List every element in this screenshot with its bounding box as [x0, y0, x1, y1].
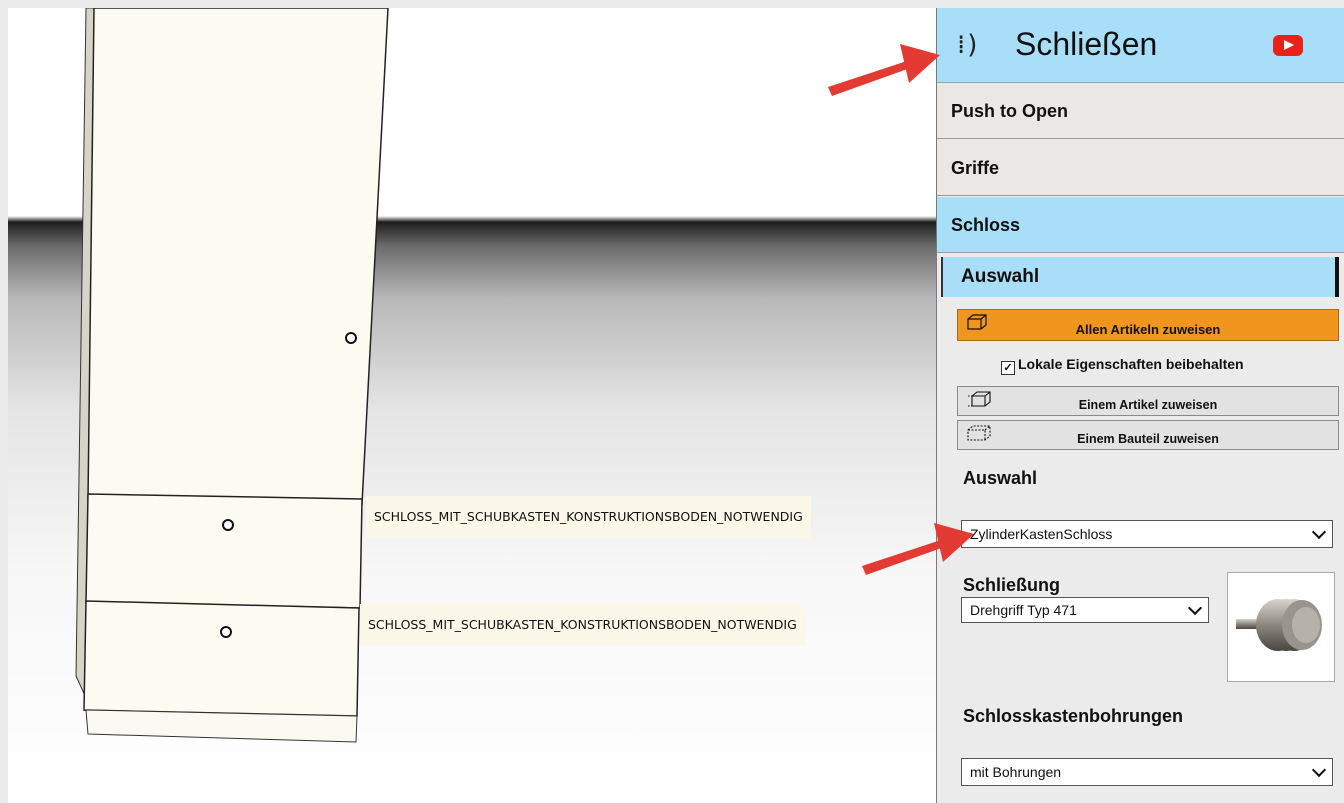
keep-local-checkbox[interactable]: ✓ Lokale Eigenschaften beibehalten [1001, 356, 1244, 375]
chevron-down-icon [1311, 524, 1327, 540]
cabinet-door [87, 8, 389, 505]
panel-title: Schließen [1015, 26, 1158, 62]
drawer-lower-lock-hole [220, 626, 232, 638]
lock-type-select[interactable]: ZylinderKastenSchloss [961, 520, 1333, 548]
checkbox-checked-icon: ✓ [1001, 361, 1015, 375]
holes-select[interactable]: mit Bohrungen [961, 758, 1333, 786]
locking-heading: Schließung [963, 575, 1061, 595]
subsection-auswahl[interactable]: Auswahl [941, 257, 1339, 297]
assign-all-button[interactable]: Allen Artikeln zuweisen [957, 309, 1339, 341]
lock-open-icon: ⁞) [957, 30, 980, 60]
section-push-to-open[interactable]: Push to Open [937, 83, 1344, 139]
drawer-upper-lock-hole [222, 519, 234, 531]
cabinet-plinth [85, 709, 358, 743]
locking-select[interactable]: Drehgriff Typ 471 [961, 597, 1209, 623]
3d-viewport[interactable]: SCHLOSS_MIT_SCHUBKASTEN_KONSTRUKTIONSBOD… [8, 8, 936, 803]
selection-heading: Auswahl [963, 468, 1038, 488]
properties-panel: ⁞) Schließen Push to Open Griffe Schloss… [936, 8, 1344, 803]
knob-thumbnail [1227, 572, 1335, 682]
drawer-lower [83, 600, 360, 717]
chevron-down-icon [1187, 600, 1203, 616]
drawer-upper-label: SCHLOSS_MIT_SCHUBKASTEN_KONSTRUKTIONSBOD… [366, 496, 811, 538]
drawer-lower-label: SCHLOSS_MIT_SCHUBKASTEN_KONSTRUKTIONSBOD… [360, 604, 805, 646]
chevron-down-icon [1311, 762, 1327, 778]
drawer-upper [85, 493, 363, 609]
youtube-icon[interactable] [1273, 35, 1303, 56]
section-griffe[interactable]: Griffe [937, 140, 1344, 196]
door-lock-hole [345, 332, 357, 344]
cabinet-model [75, 8, 389, 743]
knob-image [1236, 599, 1322, 651]
panel-header: ⁞) Schließen [937, 8, 1344, 83]
assign-part-button[interactable]: Einem Bauteil zuweisen [957, 420, 1339, 450]
holes-heading: Schlosskastenbohrungen [963, 706, 1184, 726]
assign-article-button[interactable]: Einem Artikel zuweisen [957, 386, 1339, 416]
section-schloss[interactable]: Schloss [937, 197, 1344, 253]
